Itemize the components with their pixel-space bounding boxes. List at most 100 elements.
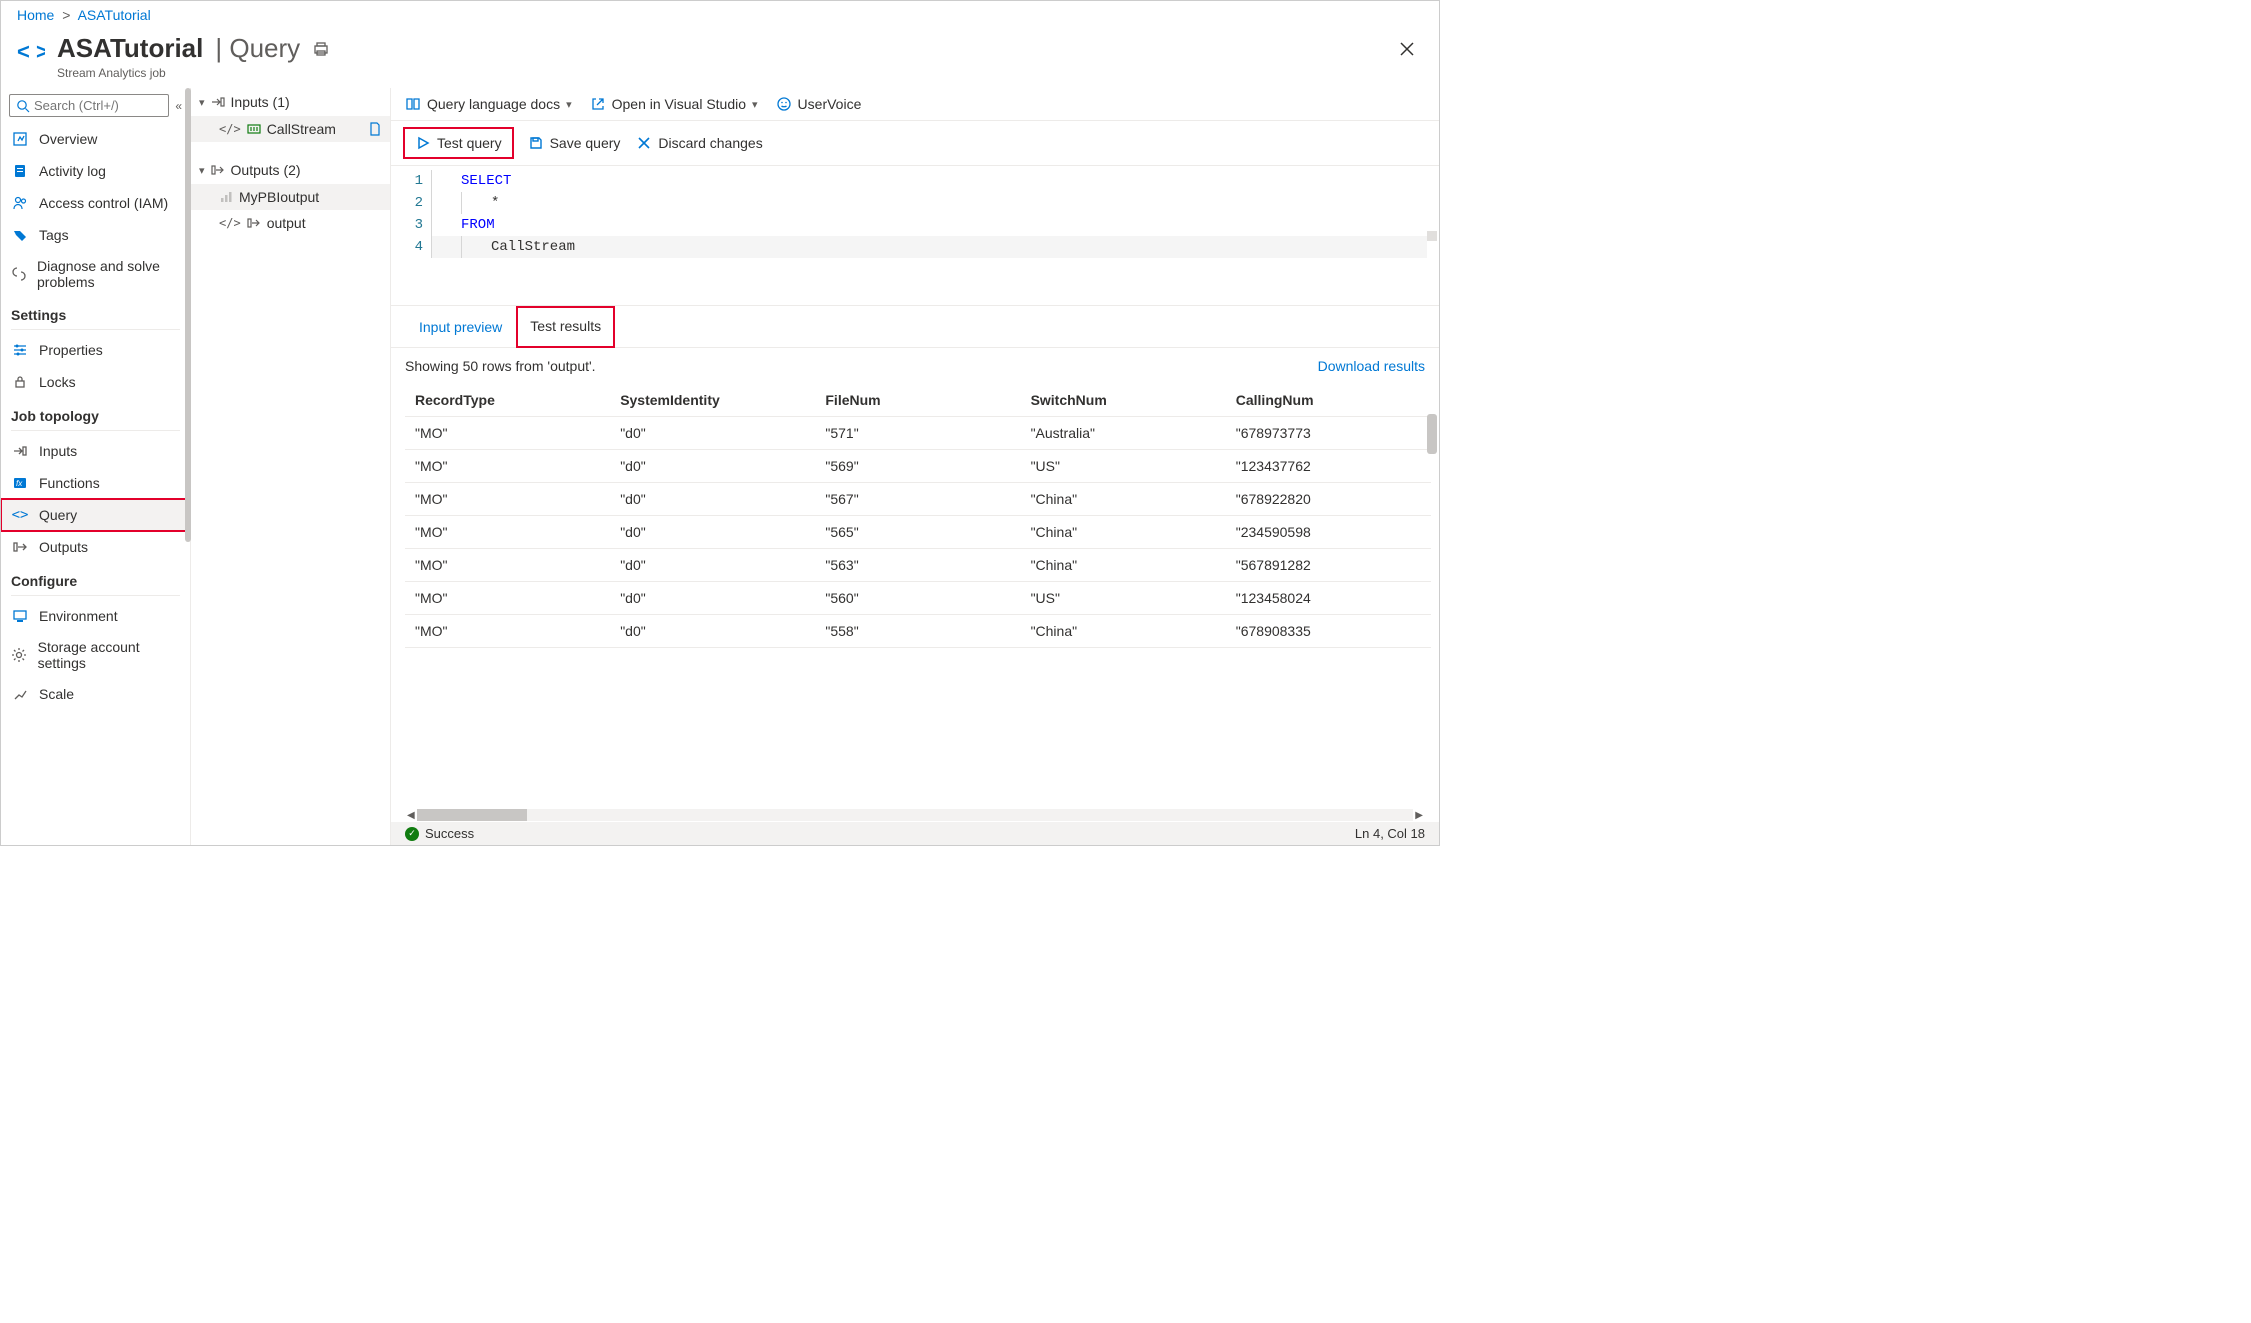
functions-icon: fx: [11, 474, 29, 492]
col-switchnum[interactable]: SwitchNum: [1021, 384, 1226, 417]
query-language-docs[interactable]: Query language docs ▾: [405, 96, 572, 112]
nav-overview[interactable]: Overview: [1, 123, 190, 155]
hscroll-thumb[interactable]: [417, 809, 527, 821]
nav-scale[interactable]: Scale: [1, 678, 190, 710]
table-cell: "MO": [405, 417, 610, 450]
tags-icon: [11, 226, 29, 244]
table-cell: "Australia": [1021, 417, 1226, 450]
outputs-icon: [11, 538, 29, 556]
table-row[interactable]: "MO""d0""558""China""678908335: [405, 615, 1431, 648]
nav-functions[interactable]: fx Functions: [1, 467, 190, 499]
table-cell: "d0": [610, 582, 815, 615]
search-input[interactable]: [34, 98, 162, 113]
play-icon: [415, 135, 431, 151]
table-cell: "China": [1021, 549, 1226, 582]
scroll-left-arrow[interactable]: ◀: [405, 810, 417, 821]
document-icon: [368, 122, 382, 136]
col-callingnum[interactable]: CallingNum: [1226, 384, 1431, 417]
chevron-down-icon: ▾: [752, 98, 758, 111]
vertical-scrollbar[interactable]: [1427, 414, 1437, 454]
table-cell: "567891282: [1226, 549, 1431, 582]
nav-activity-log[interactable]: Activity log: [1, 155, 190, 187]
nav-tags[interactable]: Tags: [1, 219, 190, 251]
outputs-node-icon: [211, 163, 225, 177]
tree-item-label: MyPBIoutput: [239, 189, 319, 205]
tree-item-label: CallStream: [267, 121, 336, 137]
nav-access-control[interactable]: Access control (IAM): [1, 187, 190, 219]
table-row[interactable]: "MO""d0""571""Australia""678973773: [405, 417, 1431, 450]
nav-diagnose[interactable]: Diagnose and solve problems: [1, 251, 190, 297]
table-cell: "d0": [610, 483, 815, 516]
table-cell: "MO": [405, 483, 610, 516]
nav-label: Activity log: [39, 163, 106, 179]
scale-icon: [11, 685, 29, 703]
download-results-link[interactable]: Download results: [1318, 358, 1425, 374]
scroll-right-arrow[interactable]: ▶: [1413, 810, 1425, 821]
breadcrumb-home[interactable]: Home: [17, 7, 54, 23]
save-icon: [528, 135, 544, 151]
test-query-button[interactable]: Test query: [405, 129, 512, 157]
table-cell: "678922820: [1226, 483, 1431, 516]
breadcrumb: Home > ASATutorial: [1, 1, 1439, 29]
col-filenum[interactable]: FileNum: [815, 384, 1020, 417]
search-icon: [16, 99, 30, 113]
cursor-position: Ln 4, Col 18: [1355, 826, 1425, 841]
diagnose-icon: [11, 265, 27, 283]
editor-resize-handle[interactable]: [1427, 231, 1437, 241]
table-row[interactable]: "MO""d0""560""US""123458024: [405, 582, 1431, 615]
editor-content[interactable]: SELECT * FROM CallStream: [431, 166, 1427, 305]
collapse-nav-button[interactable]: «: [175, 99, 182, 113]
tree-outputs-header[interactable]: ▾ Outputs (2): [191, 156, 390, 184]
nav-section-configure: Configure: [1, 563, 190, 593]
horizontal-scrollbar[interactable]: ◀ ▶: [391, 808, 1439, 822]
nav-query[interactable]: <> Query: [1, 499, 190, 531]
table-row[interactable]: "MO""d0""563""China""567891282: [405, 549, 1431, 582]
svg-text:fx: fx: [16, 479, 23, 488]
table-cell: "US": [1021, 450, 1226, 483]
table-cell: "d0": [610, 450, 815, 483]
close-button[interactable]: [1391, 33, 1423, 65]
gear-icon: [11, 646, 28, 664]
tree-inputs-header[interactable]: ▾ Inputs (1): [191, 88, 390, 116]
nav-environment[interactable]: Environment: [1, 600, 190, 632]
table-row[interactable]: "MO""d0""567""China""678922820: [405, 483, 1431, 516]
nav-outputs[interactable]: Outputs: [1, 531, 190, 563]
table-row[interactable]: "MO""d0""565""China""234590598: [405, 516, 1431, 549]
resource-type-icon: < >: [17, 39, 45, 67]
table-row[interactable]: "MO""d0""569""US""123437762: [405, 450, 1431, 483]
tree-inputs-label: Inputs (1): [231, 94, 290, 110]
nav-storage-settings[interactable]: Storage account settings: [1, 632, 190, 678]
nav-section-job-topology: Job topology: [1, 398, 190, 428]
uservoice[interactable]: UserVoice: [776, 96, 862, 112]
tree-input-callstream[interactable]: </> CallStream: [191, 116, 390, 142]
save-query-button[interactable]: Save query: [528, 135, 621, 151]
tree-output-output[interactable]: </> output: [191, 210, 390, 236]
tree-outputs-label: Outputs (2): [231, 162, 301, 178]
table-cell: "d0": [610, 549, 815, 582]
search-box[interactable]: [9, 94, 169, 117]
nav-inputs[interactable]: Inputs: [1, 435, 190, 467]
discard-changes-button[interactable]: Discard changes: [636, 135, 762, 151]
nav-label: Tags: [39, 227, 69, 243]
open-in-visual-studio[interactable]: Open in Visual Studio ▾: [590, 96, 758, 112]
col-systemidentity[interactable]: SystemIdentity: [610, 384, 815, 417]
external-link-icon: [590, 96, 606, 112]
table-cell: "678908335: [1226, 615, 1431, 648]
button-label: Test query: [437, 135, 502, 151]
tab-test-results[interactable]: Test results: [516, 306, 615, 348]
table-cell: "d0": [610, 417, 815, 450]
query-toolbar: Test query Save query Discard changes: [391, 121, 1439, 166]
breadcrumb-current[interactable]: ASATutorial: [78, 7, 151, 23]
results-summary: Showing 50 rows from 'output'.: [405, 358, 596, 374]
nav-label: Properties: [39, 342, 103, 358]
scrollbar-thumb[interactable]: [185, 88, 191, 542]
sql-editor[interactable]: 1 2 3 4 SELECT * FROM CallStream: [391, 166, 1439, 306]
nav-locks[interactable]: Locks: [1, 366, 190, 398]
print-icon[interactable]: [312, 40, 330, 58]
col-recordtype[interactable]: RecordType: [405, 384, 610, 417]
nav-properties[interactable]: Properties: [1, 334, 190, 366]
hscroll-track[interactable]: [417, 809, 1414, 821]
nav-label: Functions: [39, 475, 100, 491]
tab-input-preview[interactable]: Input preview: [405, 307, 516, 347]
tree-output-pbi[interactable]: MyPBIoutput: [191, 184, 390, 210]
